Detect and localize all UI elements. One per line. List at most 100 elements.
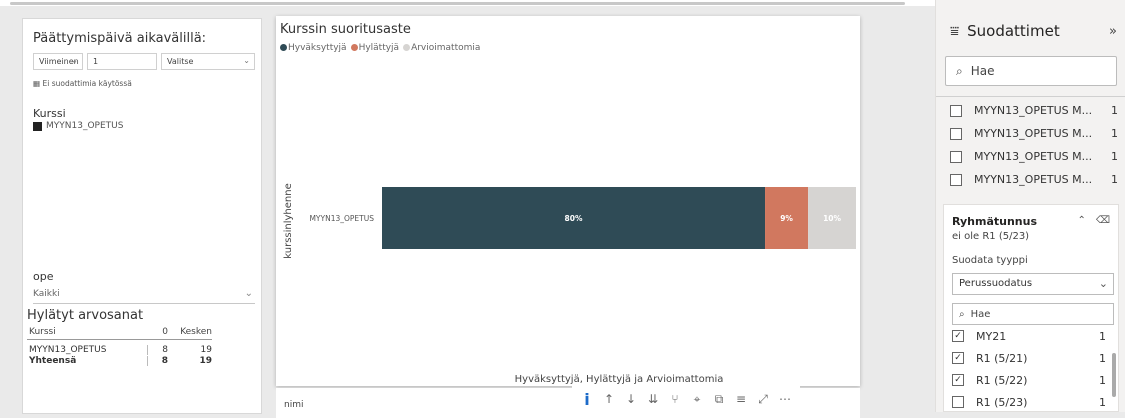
legend-item-rejected[interactable]: Hylättyjä [350, 43, 399, 53]
filters-title: Suodattimet [967, 22, 1060, 40]
calendar-icon: ▦ [33, 79, 41, 88]
filters-header: ⩸ Suodattimet [950, 22, 1060, 40]
checkbox-unchecked[interactable] [950, 127, 962, 140]
filter-value-label: MYYN13_OPETUS M... [974, 104, 1093, 117]
chevron-up-icon[interactable]: ⌃ [1077, 215, 1085, 226]
rejected-grades-table: Kurssi 0 Kesken MYYN13_OPETUS 8 19 Yhtee… [27, 324, 212, 366]
filter-value-item[interactable]: MYYN13_OPETUS M... 1 [950, 99, 1118, 122]
data-label: 10% [823, 214, 841, 223]
completion-chart[interactable]: 80% 9% 10% MYYN13_OPETUS kurssinlyhenne Hyväk… [276, 16, 860, 386]
info-icon[interactable]: i [578, 389, 596, 409]
report-canvas: Päättymispäivä aikavälillä: Viimeinen ⌄ … [0, 6, 935, 418]
total-label: Yhteensä [29, 355, 77, 366]
y-axis-title: kurssinlyhenne [283, 183, 294, 258]
filter-card-summary: ei ole R1 (5/23) [952, 231, 1030, 242]
filter-type-value: Perussuodatus [959, 278, 1033, 289]
filters-search-input[interactable]: ⌕ Hae [945, 56, 1117, 86]
column-header-kurssi[interactable]: Kurssi [27, 327, 147, 337]
filter-value-item[interactable]: ✓ R1 (5/22) 1 [952, 369, 1106, 391]
column-header-kesken[interactable]: Kesken [172, 327, 212, 337]
count-input[interactable]: 1 [87, 53, 157, 70]
table-row: MYYN13_OPETUS 8 19 [27, 344, 212, 355]
cell-kurssi: MYYN13_OPETUS [29, 344, 107, 355]
chevron-down-icon: ⌄ [244, 288, 253, 299]
filter-value-item[interactable]: MYYN13_OPETUS M... 1 [950, 122, 1118, 145]
drill-up-icon[interactable]: ↑ [600, 389, 618, 409]
hierarchy-icon[interactable]: ⑂ [666, 389, 684, 409]
chart-svg: 80% 9% 10%MYYN13_OPETUSkurssinlyhenneHyväk… [283, 183, 856, 385]
filter-card-search-input[interactable]: ⌕ Hae [952, 303, 1114, 325]
drill-down-icon[interactable]: ↓ [622, 389, 640, 409]
legend-label: Arvioimattomia [411, 43, 481, 53]
checkbox-checked[interactable]: ✓ [952, 374, 964, 386]
filter-value-label: MYYN13_OPETUS M... [974, 150, 1093, 163]
filter-value-item[interactable]: MYYN13_OPETUS M...1 [950, 191, 1118, 192]
kurssi-slicer-item[interactable]: MYYN13_OPETUS [33, 121, 123, 131]
filter-card-actions: ⌃ ⌫ [1077, 215, 1110, 226]
data-label: 80% [565, 214, 583, 223]
legend-dot [403, 44, 411, 51]
filter-value-label: R1 (5/21) [976, 351, 1028, 365]
collapse-pane-icon[interactable]: » [1109, 24, 1117, 39]
chart-title: Kurssin suoritusaste [280, 22, 411, 37]
chevron-down-icon: ⌄ [1098, 277, 1108, 290]
filter-value-count: 1 [1099, 395, 1106, 409]
unit-dropdown[interactable]: Valitse ⌄ [161, 53, 255, 70]
checkbox-checked[interactable] [33, 121, 42, 131]
nimi-label: nimi [284, 400, 304, 410]
clear-filter-icon[interactable]: ⌫ [1096, 215, 1110, 226]
filters-pane: ⩸ Suodattimet » ⌕ Hae MYYN13_OPETUS M...… [935, 0, 1125, 412]
filter-card-values: ✓ MY21 1 ✓ R1 (5/21) 1 ✓ R1 (5/22) 1 R1 (5/23) 1 [952, 325, 1106, 413]
filter-value-item[interactable]: ✓ MY21 1 [952, 325, 1106, 347]
no-filters-text: Ei suodattimia käytössä [42, 79, 132, 88]
ope-slicer-title: ope [33, 270, 54, 283]
filter-value-count: 1 [1099, 329, 1106, 343]
checkbox-checked[interactable]: ✓ [952, 352, 964, 364]
legend-dot [350, 44, 358, 51]
column-header-0[interactable]: 0 [147, 327, 172, 337]
scrollbar-thumb[interactable] [1112, 353, 1116, 397]
filter-value-item[interactable]: MYYN13_OPETUS M...1 [950, 168, 1118, 191]
cell-0: 8 [147, 344, 172, 355]
scroll-track[interactable] [10, 2, 905, 5]
chevron-down-icon: ⌄ [71, 56, 78, 65]
checkbox-unchecked[interactable] [952, 396, 964, 408]
checkbox-unchecked[interactable] [950, 150, 962, 163]
filter-value-count: 1 [1111, 127, 1118, 140]
legend-label: Hyväksyttyjä [288, 43, 347, 53]
copy-icon[interactable]: ⧉ [710, 389, 728, 409]
checkbox-unchecked[interactable] [950, 104, 962, 117]
legend-item-unassessed[interactable]: Arvioimattomia [403, 43, 480, 53]
more-options-icon[interactable]: ⋯ [776, 389, 794, 409]
data-label: 9% [780, 214, 793, 223]
filter-type-dropdown[interactable]: Perussuodatus ⌄ [952, 273, 1114, 295]
filter-value-item[interactable]: R1 (5/23) 1 [952, 391, 1106, 413]
filter-value-item[interactable]: MYYN13_OPETUS M...1 [950, 145, 1118, 168]
table-header: Kurssi 0 Kesken [27, 324, 212, 340]
search-icon: ⌕ [956, 63, 963, 78]
filter-value-count: 1 [1111, 104, 1118, 117]
category-tick-label: MYYN13_OPETUS [309, 214, 374, 223]
period-dropdown[interactable]: Viimeinen ⌄ [33, 53, 83, 70]
pin-icon[interactable]: ⌖ [688, 389, 706, 409]
legend-item-approved[interactable]: Hyväksyttyjä [280, 43, 347, 53]
legend-dot [280, 44, 287, 51]
kurssi-item-label: MYYN13_OPETUS [46, 121, 124, 131]
filter-value-label: MYYN13_OPETUS M... [974, 127, 1093, 140]
filter-value-count: 1 [1111, 173, 1118, 186]
filter-icon[interactable]: ≡ [732, 389, 750, 409]
expand-all-icon[interactable]: ⇊ [644, 389, 662, 409]
focus-mode-icon[interactable]: ⤢ [754, 389, 772, 409]
filter-value-item[interactable]: ✓ R1 (5/21) 1 [952, 347, 1106, 369]
search-placeholder: Hae [970, 64, 995, 78]
ope-dropdown-value: Kaikki [33, 289, 60, 299]
chevron-down-icon: ⌄ [243, 56, 250, 65]
rejected-grades-title: Hylätyt arvosanat [27, 308, 144, 323]
checkbox-checked[interactable]: ✓ [952, 330, 964, 342]
checkbox-unchecked[interactable] [950, 173, 962, 186]
filter-value-label: R1 (5/23) [976, 395, 1028, 409]
search-placeholder: Hae [970, 308, 991, 320]
filter-card-title[interactable]: Ryhmätunnus [952, 215, 1037, 228]
ope-dropdown[interactable]: Kaikki ⌄ [33, 286, 255, 304]
filter-type-label: Suodata tyyppi [952, 255, 1028, 266]
